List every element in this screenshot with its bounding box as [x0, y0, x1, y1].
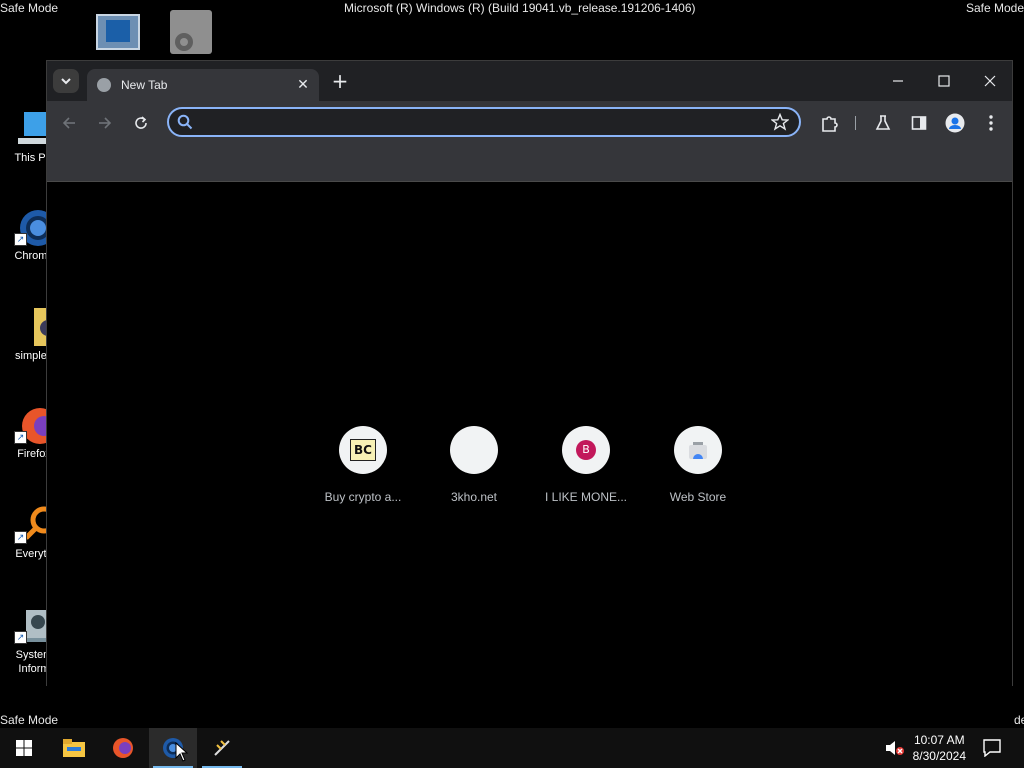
profile-button[interactable]: [941, 109, 969, 137]
volume-muted-icon: [886, 741, 904, 755]
shortcut-favicon: B: [562, 426, 610, 474]
kebab-menu-icon: [989, 115, 993, 131]
profile-avatar-icon: [945, 113, 965, 133]
close-icon: [984, 75, 996, 87]
tab-title: New Tab: [121, 78, 168, 92]
tab-new-tab[interactable]: New Tab ✕: [87, 69, 319, 101]
shortcut-tile-web-store[interactable]: Web Store: [642, 426, 754, 504]
toolbar-divider: [855, 116, 856, 130]
back-button[interactable]: [55, 109, 83, 137]
reload-icon: [135, 116, 147, 129]
taskbar-file-explorer[interactable]: [50, 728, 98, 768]
shortcut-favicon: [674, 426, 722, 474]
minimize-button[interactable]: [875, 67, 921, 95]
windows-build-banner: Microsoft (R) Windows (R) (Build 19041.v…: [344, 1, 696, 15]
notification-icon: [983, 739, 1001, 757]
shortcut-arrow-icon: ↗: [14, 531, 27, 544]
labs-button[interactable]: [869, 109, 897, 137]
shortcut-tile-3kho[interactable]: 3kho.net: [418, 426, 530, 504]
magic-wand-icon: [214, 740, 230, 756]
extensions-button[interactable]: [815, 109, 843, 137]
shortcut-favicon: [450, 426, 498, 474]
shortcut-tile-i-like-money[interactable]: B I LIKE MONE...: [530, 426, 642, 504]
taskbar-terminal-app[interactable]: [198, 728, 246, 768]
chrome-window: New Tab ✕ + BC Buy crypto a... 3kho.net …: [46, 60, 1013, 687]
title-bar: New Tab ✕ +: [47, 61, 1012, 101]
document-viewer-icon[interactable]: [96, 14, 140, 50]
shortcut-label: Buy crypto a...: [324, 490, 402, 504]
omnibox[interactable]: [167, 107, 801, 137]
taskbar: 10:07 AM 8/30/2024: [0, 728, 1024, 768]
browser-toolbar: [47, 101, 1012, 143]
new-tab-button[interactable]: +: [329, 71, 351, 93]
settings-file-icon[interactable]: [170, 10, 212, 54]
shortcut-arrow-icon: ↗: [14, 233, 27, 246]
bookmarks-bar: [47, 143, 1012, 182]
shortcut-arrow-icon: ↗: [14, 431, 27, 444]
search-icon: [177, 114, 193, 130]
chevron-down-icon: [61, 78, 71, 85]
shortcut-label: I LIKE MONE...: [544, 490, 628, 504]
reload-button[interactable]: [127, 109, 155, 137]
side-panel-button[interactable]: [905, 109, 933, 137]
close-window-button[interactable]: [967, 67, 1013, 95]
letter-badge-icon: B: [576, 440, 596, 460]
shortcut-label: Web Store: [669, 490, 727, 504]
taskbar-chrome[interactable]: [149, 728, 197, 768]
start-button[interactable]: [0, 728, 48, 768]
arrow-right-icon: [99, 117, 112, 129]
safe-mode-label-top-right: Safe Mode: [965, 1, 1024, 15]
shortcut-label: 3kho.net: [450, 490, 498, 504]
puzzle-icon: [822, 116, 838, 132]
clock-time: 10:07 AM: [913, 733, 965, 747]
star-icon[interactable]: [771, 113, 789, 131]
new-tab-page: BC Buy crypto a... 3kho.net B I LIKE MON…: [47, 182, 1012, 687]
arrow-left-icon: [62, 117, 75, 129]
windows-logo-icon: [16, 740, 32, 756]
globe-icon: [97, 78, 111, 92]
bc-logo-icon: BC: [350, 439, 376, 461]
system-clock[interactable]: 10:07 AM 8/30/2024: [913, 732, 966, 764]
menu-button[interactable]: [977, 109, 1005, 137]
forward-button[interactable]: [91, 109, 119, 137]
flask-icon: [875, 115, 891, 130]
maximize-button[interactable]: [921, 67, 967, 95]
firefox-icon: [113, 738, 133, 758]
shortcut-favicon: BC: [339, 426, 387, 474]
side-panel-icon: [911, 116, 927, 130]
folder-icon: [63, 739, 85, 757]
shortcut-tile-buy-crypto[interactable]: BC Buy crypto a...: [307, 426, 419, 504]
safe-mode-label-top-left: Safe Mode: [0, 1, 59, 15]
clock-date: 8/30/2024: [912, 749, 966, 763]
shortcut-arrow-icon: ↗: [14, 631, 27, 644]
safe-mode-label-bottom-right: de: [1014, 713, 1024, 727]
address-input[interactable]: [205, 111, 769, 135]
taskbar-firefox[interactable]: [99, 728, 147, 768]
web-store-icon: [689, 442, 707, 459]
maximize-icon: [938, 75, 950, 87]
tab-close-icon[interactable]: ✕: [295, 77, 311, 93]
minimize-icon: [893, 80, 903, 82]
tab-search-button[interactable]: [53, 69, 79, 93]
mouse-cursor-icon: [175, 742, 189, 762]
safe-mode-label-bottom-left: Safe Mode: [0, 713, 59, 727]
notifications-button[interactable]: [968, 728, 1016, 768]
